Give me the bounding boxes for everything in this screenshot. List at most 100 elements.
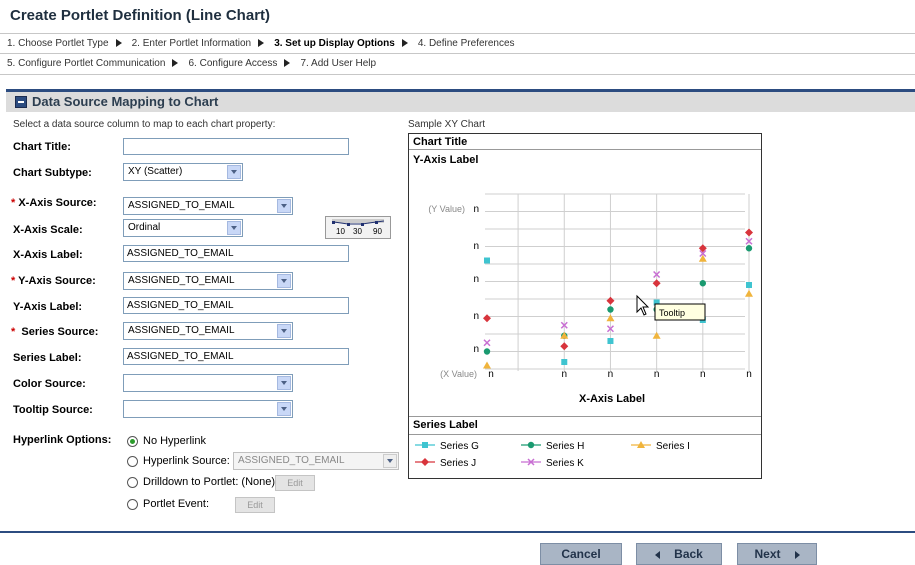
tooltip-source-select[interactable] [123,400,293,418]
data-point [483,339,491,347]
legend-marker [421,458,429,466]
x-axis-label-input[interactable]: ASSIGNED_TO_EMAIL [123,245,349,262]
data-point [745,245,753,252]
data-point [652,331,661,339]
chevron-down-icon[interactable] [277,402,291,416]
tooltip: Tooltip [654,303,706,321]
data-point [560,342,569,351]
radio-drilldown[interactable] [127,477,138,488]
step-2[interactable]: 2. Enter Portlet Information [132,38,252,49]
collapse-icon[interactable] [15,96,27,108]
chevron-down-icon[interactable] [227,165,241,179]
drilldown-label[interactable]: Drilldown to Portlet: (None) [143,476,275,488]
step-arrow-icon [401,39,408,48]
tooltip-source-label: Tooltip Source: [13,404,93,416]
legend-divider [409,416,761,417]
data-point [483,314,491,323]
x-tick-label: n [700,369,706,380]
y-axis-label-input[interactable]: ASSIGNED_TO_EMAIL [123,297,349,314]
portlet-event-label[interactable]: Portlet Event: [143,498,209,510]
series-source-value: ASSIGNED_TO_EMAIL [128,325,235,336]
sample-y-axis-label: Y-Axis Label [413,154,479,166]
chevron-down-icon[interactable] [227,221,241,235]
cancel-button[interactable]: Cancel [540,543,622,565]
section-header: Data Source Mapping to Chart [6,92,915,112]
step-3-current[interactable]: 3. Set up Display Options [274,38,395,49]
color-source-select[interactable] [123,374,293,392]
series-source-label-text: Series Source: [21,326,99,338]
legend-title-divider [409,434,761,435]
chevron-down-icon[interactable] [277,376,291,390]
x-tick-label: n [654,369,660,380]
legend-entry: Series H [546,441,584,452]
chart-subtype-label: Chart Subtype: [13,167,92,179]
chevron-down-icon[interactable] [277,199,291,213]
scale-tick: 90 [373,227,382,236]
y-axis-source-select[interactable]: ASSIGNED_TO_EMAIL [123,272,293,290]
x-axis-scale-select[interactable]: Ordinal [123,219,243,237]
series-label-input[interactable]: ASSIGNED_TO_EMAIL [123,348,349,365]
chart-subtype-select[interactable]: XY (Scatter) [123,163,243,181]
scatter-plot: n n n n n (Y Value) n n n n n n (X Value) X-Axis Labe… [428,193,753,405]
legend-entry: Series I [656,441,690,452]
next-button-label: Next [754,547,781,561]
radio-portlet-event[interactable] [127,499,138,510]
sample-chart-caption: Sample XY Chart [408,119,486,130]
sample-chart-panel: Chart Title Y-Axis Label n n n n n (Y Value) n… [408,133,762,479]
x-tick-label: n [608,369,614,380]
sample-chart-title: Chart Title [413,136,468,148]
series-source-select[interactable]: ASSIGNED_TO_EMAIL [123,322,293,340]
back-button[interactable]: Back [636,543,722,565]
chart-legend: Series G Series H Series I Series J Series K [415,441,690,469]
data-point [746,282,752,288]
x-axis-source-select[interactable]: ASSIGNED_TO_EMAIL [123,197,293,215]
page-title: Create Portlet Definition (Line Chart) [10,7,271,24]
x-axis-label: X-Axis Label [579,393,645,405]
step-5[interactable]: 5. Configure Portlet Communication [7,58,165,69]
step-arrow-icon [258,39,265,48]
drilldown-edit-button[interactable]: Edit [275,475,315,491]
chevron-down-icon[interactable] [383,454,397,468]
data-point [652,279,661,288]
step-7[interactable]: 7. Add User Help [300,58,376,69]
no-hyperlink-label[interactable]: No Hyperlink [143,435,206,447]
data-point [561,359,568,365]
instructions-text: Select a data source column to map to ea… [13,119,276,130]
required-marker: * [11,197,16,209]
scale-preview-image: 10 30 90 [325,216,391,239]
legend-entry: Series K [546,458,584,469]
arrow-right-icon [794,550,800,559]
step-6[interactable]: 6. Configure Access [188,58,277,69]
radio-no-hyperlink[interactable] [127,436,138,447]
x-value-label: (X Value) [440,369,477,379]
chart-title-label: Chart Title: [13,141,71,153]
x-axis-source-label: * X-Axis Source: [11,197,97,209]
series-source-label: * Series Source: [11,326,98,338]
x-axis-source-value: ASSIGNED_TO_EMAIL [128,200,235,211]
data-point [745,289,753,297]
y-axis-label-label: Y-Axis Label: [13,301,83,313]
arrow-left-icon [655,550,661,559]
legend-title: Series Label [413,419,478,431]
step-4[interactable]: 4. Define Preferences [418,38,515,49]
next-button[interactable]: Next [737,543,817,565]
chart-title-input[interactable] [123,138,349,155]
step-1[interactable]: 1. Choose Portlet Type [7,38,109,49]
chevron-down-icon[interactable] [277,324,291,338]
hyperlink-source-select[interactable]: ASSIGNED_TO_EMAIL [233,452,399,470]
x-axis-scale-label: X-Axis Scale: [13,224,83,236]
portlet-event-edit-button[interactable]: Edit [235,497,275,513]
data-point [607,306,614,313]
y-axis-source-label-text: Y-Axis Source: [18,275,96,287]
y-axis-source-label: * Y-Axis Source: [11,275,96,287]
sample-chart-title-row: Chart Title [409,134,761,150]
radio-hyperlink-source[interactable] [127,456,138,467]
hyperlink-source-label[interactable]: Hyperlink Source: [143,455,230,467]
y-tick-label: n [473,311,479,322]
chevron-down-icon[interactable] [277,274,291,288]
data-point [484,257,490,264]
chart-subtype-value: XY (Scatter) [128,166,183,177]
series-label-label: Series Label: [13,352,82,364]
wizard-steps-row-1: 1. Choose Portlet Type 2. Enter Portlet … [0,33,915,54]
color-source-label: Color Source: [13,378,86,390]
